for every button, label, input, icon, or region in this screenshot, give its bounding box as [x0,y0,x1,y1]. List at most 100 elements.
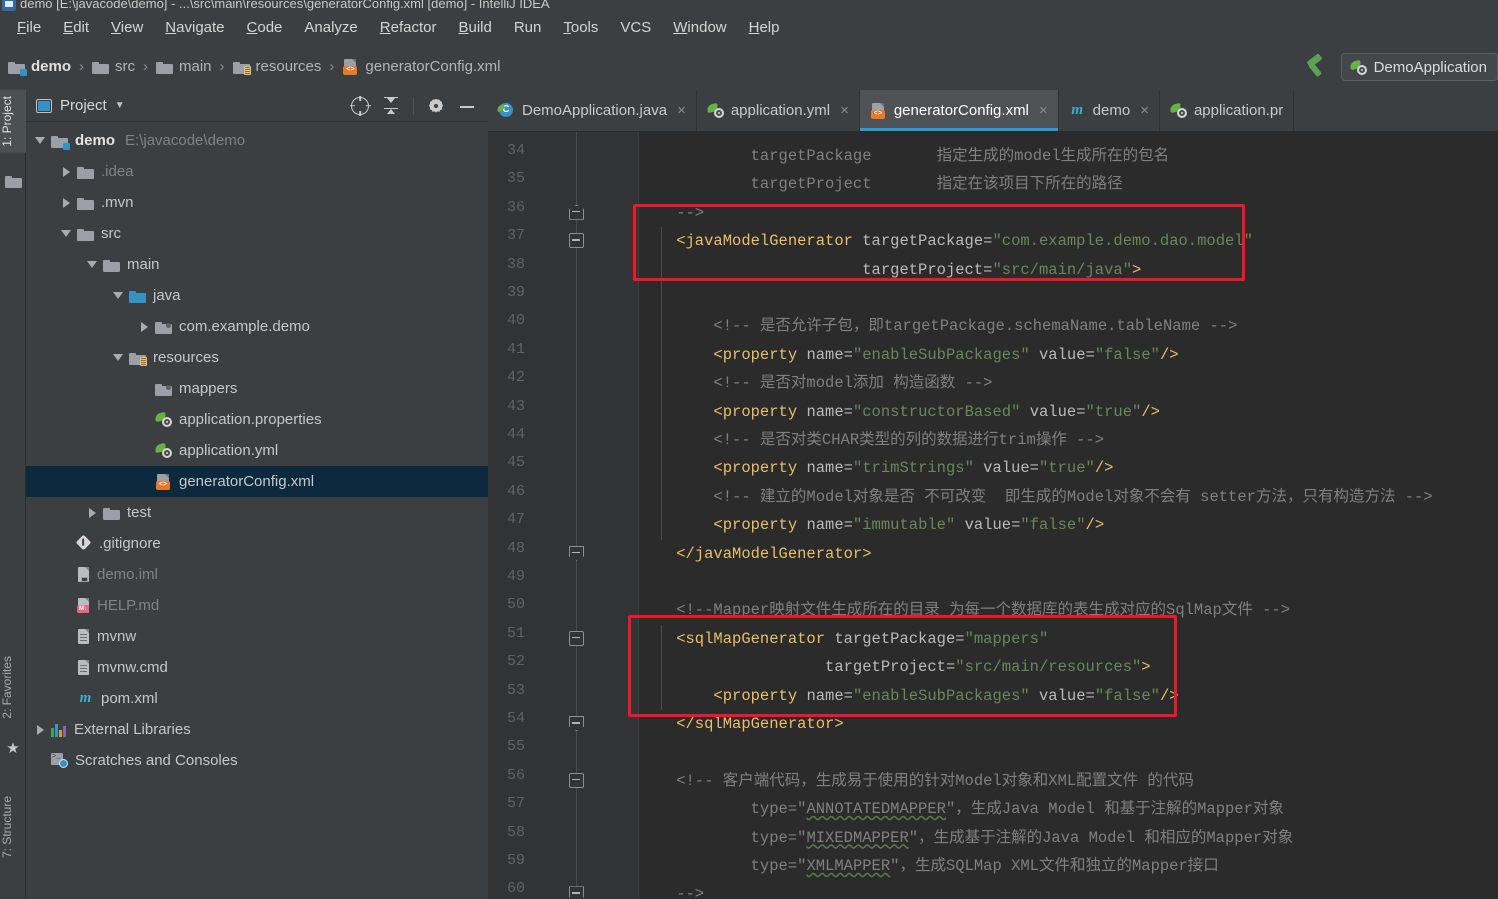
window-titlebar: demo [E:\javacode\demo] - ...\src\main\r… [0,0,1498,13]
editor-tab-application-pr[interactable]: application.pr [1160,90,1295,131]
tree-row[interactable]: demo.iml [26,559,488,590]
chevron-right-icon[interactable] [60,196,73,209]
folder-icon [92,60,110,74]
fold-collapse-icon[interactable] [569,772,585,789]
code-token: name= [797,516,853,535]
breadcrumb-item-label: main [179,58,212,75]
close-icon[interactable]: × [840,102,849,119]
breadcrumb-item-generatorconfig-xml[interactable]: <> generatorConfig.xml [342,58,500,75]
tree-row[interactable]: application.properties [26,404,488,435]
tree-row[interactable]: application.yml [26,435,488,466]
editor-tab-demo[interactable]: m demo × [1059,90,1160,131]
menu-item-edit[interactable]: Edit [52,16,100,40]
code-line: <property name="trimStrings" value="true… [639,454,1113,482]
line-number: 45 [506,454,525,472]
editor-tab-application-yml[interactable]: application.yml × [697,90,860,131]
gear-icon[interactable] [427,97,445,115]
chevron-down-icon[interactable] [60,227,73,240]
run-configuration-selector[interactable]: DemoApplication [1340,53,1498,81]
fold-collapse-icon[interactable] [569,545,585,562]
breadcrumb: demo › src › main › resources › <> generatorConfi… [0,43,1498,90]
tree-row[interactable]: m pom.xml [26,683,488,714]
spring-file-icon [154,442,172,458]
code-token: name= [797,686,853,705]
menu-item-analyze[interactable]: Analyze [293,16,368,40]
tree-row[interactable]: mvnw [26,621,488,652]
tree-row[interactable]: main [26,249,488,280]
breadcrumb-item-main[interactable]: main [156,58,212,75]
tree-row[interactable]: java [26,280,488,311]
tree-row[interactable]: src [26,218,488,249]
tree-item-label: mvnw.cmd [97,659,168,676]
code-token: type=" [639,800,807,819]
tree-row[interactable]: demo E:\javacode\demo [26,125,488,156]
code-editor[interactable]: 34 35 36 37 38 39 40 41 42 43 44 45 46 47 48 49 50 51 52 53… [488,132,1498,899]
menu-item-window[interactable]: Window [662,16,737,40]
menu-item-file[interactable]: File [6,16,52,40]
chevron-down-icon[interactable] [86,258,99,271]
tree-row[interactable]: mvnw.cmd [26,652,488,683]
hide-icon[interactable] [458,97,476,115]
code-line: <property name="enableSubPackages" value… [639,341,1178,369]
tree-row[interactable]: Scratches and Consoles [26,745,488,776]
tree-row[interactable]: .gitignore [26,528,488,559]
breadcrumb-item-src[interactable]: src [92,58,135,75]
breadcrumb-item-resources[interactable]: resources [232,58,321,75]
code-token: <!-- 客户端代码，生成易于使用的针对Model对象和XML配置文件 的代码 [639,771,1194,790]
sidebar-item-project[interactable]: 1: Project [0,90,26,153]
tree-row[interactable]: .mvn [26,187,488,218]
menu-item-code[interactable]: Code [236,16,294,40]
breadcrumb-item-demo[interactable]: demo [8,58,71,76]
close-icon[interactable]: × [1140,102,1149,119]
line-number: 38 [506,255,525,273]
menu-item-view[interactable]: View [100,16,154,40]
sidebar-item-favorites[interactable]: 2: Favorites [0,650,26,725]
chevron-right-icon[interactable] [86,506,99,519]
locate-icon[interactable] [350,96,371,115]
project-window-icon [36,98,52,113]
chevron-down-icon[interactable] [112,351,125,364]
code-token: value= [973,459,1039,478]
code-token: "immutable" [852,516,956,535]
menu-item-refactor[interactable]: Refactor [369,16,448,40]
editor-gutter[interactable]: 34 35 36 37 38 39 40 41 42 43 44 45 46 47 48 49 50 51 52 53… [488,132,639,899]
chevron-right-icon[interactable] [34,723,47,736]
hammer-icon[interactable] [1303,53,1331,80]
chevron-right-icon[interactable] [138,320,151,333]
tree-row[interactable]: resources [26,342,488,373]
editor-tab-generatorconfig-xml[interactable]: <> generatorConfig.xml × [859,90,1059,131]
tree-row-selected[interactable]: <> generatorConfig.xml [26,466,488,497]
menu-item-build[interactable]: Build [447,16,502,40]
close-icon[interactable]: × [677,102,686,119]
fold-collapse-icon[interactable] [569,630,585,647]
menu-item-navigate[interactable]: Navigate [154,16,235,40]
collapse-all-icon[interactable] [382,96,400,115]
menu-item-run[interactable]: Run [503,16,553,40]
tree-row[interactable]: External Libraries [26,714,488,745]
code-token: targetProject 指定在该项目下所在的路径 [639,175,1123,194]
tree-row[interactable]: mappers [26,373,488,404]
code-content[interactable]: targetPackage 指定生成的model生成所在的包名 targetPr… [639,132,1498,899]
chevron-down-icon[interactable] [112,289,125,302]
tree-row[interactable]: .idea [26,156,488,187]
menu-item-tools[interactable]: Tools [552,16,609,40]
chevron-down-icon[interactable]: ▼ [115,100,125,111]
fold-collapse-icon[interactable] [569,716,585,732]
menu-item-vcs[interactable]: VCS [609,16,662,40]
fold-collapse-icon[interactable] [569,204,585,221]
fold-collapse-icon[interactable] [569,233,585,249]
sidebar-item-structure[interactable]: 7: Structure [0,790,26,864]
close-icon[interactable]: × [1039,102,1048,119]
tree-row[interactable]: M↓ HELP.md [26,590,488,621]
editor-tab-demoapplication-java[interactable]: DemoApplication.java × [488,90,697,131]
tree-row[interactable]: test [26,497,488,528]
editor-tab-label: generatorConfig.xml [893,102,1029,119]
tree-row[interactable]: com.example.demo [26,311,488,342]
code-token: targetPackage 指定生成的model生成所在的包名 [639,147,1170,165]
chevron-down-icon[interactable] [34,134,47,147]
chevron-right-icon[interactable] [60,165,73,178]
code-line: <sqlMapGenerator targetPackage="mappers" [639,625,1048,653]
fold-collapse-icon[interactable] [569,886,585,899]
menu-item-help[interactable]: Help [738,16,791,40]
